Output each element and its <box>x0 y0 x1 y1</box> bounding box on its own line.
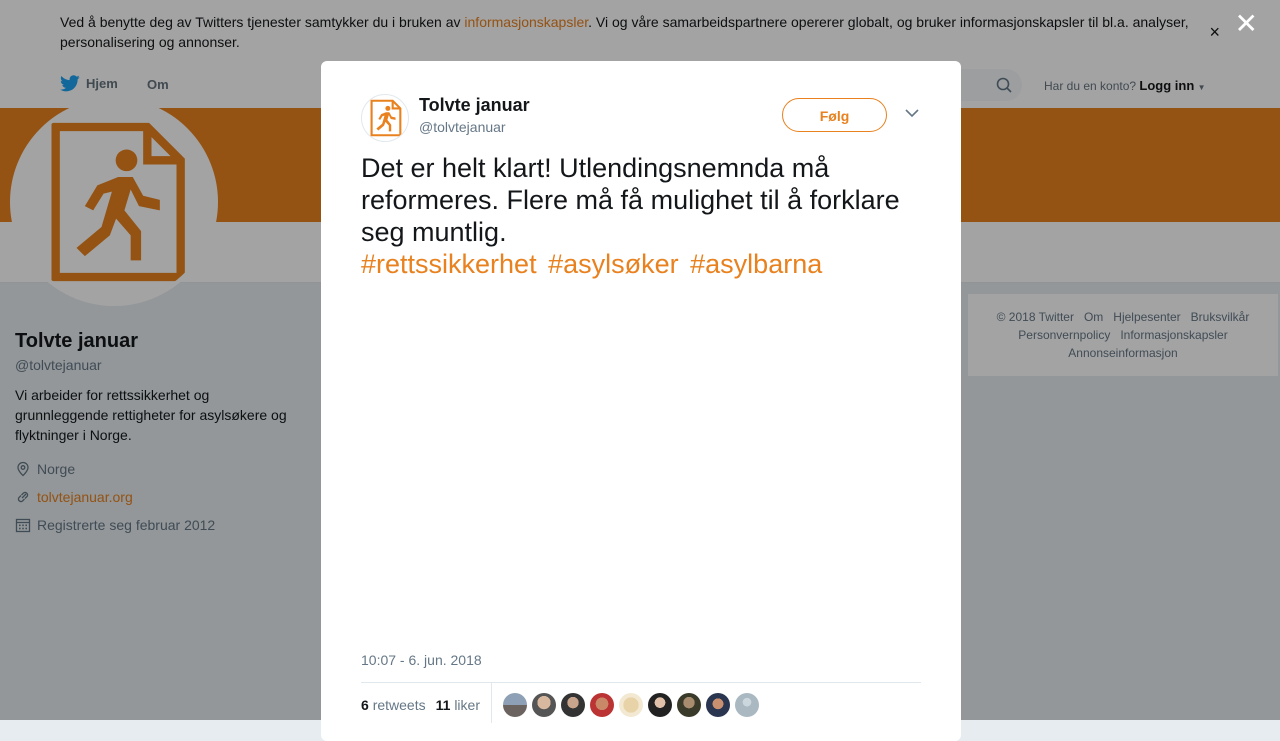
liker-avatar[interactable] <box>532 693 556 717</box>
tweet-author-avatar[interactable] <box>361 94 409 142</box>
like-count: 11 <box>435 697 451 713</box>
tweet-hashtags: #rettssikkerhet #asylsøker #asylbarna <box>361 248 931 280</box>
liker-avatar[interactable] <box>503 693 527 717</box>
divider <box>361 682 921 683</box>
tweet-author-handle[interactable]: @tolvtejanuar <box>419 119 506 135</box>
liker-avatar[interactable] <box>619 693 643 717</box>
hashtag-link[interactable]: #asylbarna <box>690 249 822 279</box>
tweet-stats: 6 retweets 11 liker <box>361 697 480 713</box>
tweet-modal: Tolvte januar @tolvtejanuar Følg Det er … <box>321 61 961 741</box>
liker-avatar[interactable] <box>590 693 614 717</box>
hashtag-link[interactable]: #asylsøker <box>548 249 679 279</box>
running-man-logo-icon <box>370 99 402 137</box>
liker-avatar[interactable] <box>677 693 701 717</box>
retweet-label: retweets <box>372 697 426 713</box>
default-avatar-icon[interactable] <box>735 693 759 717</box>
like-label: liker <box>454 697 480 713</box>
liker-avatars <box>503 693 759 717</box>
like-stat[interactable]: 11 liker <box>436 697 480 713</box>
liker-avatar[interactable] <box>561 693 585 717</box>
tweet-text: Det er helt klart! Utlendingsnemnda må r… <box>361 153 900 247</box>
tweet-author-name[interactable]: Tolvte januar <box>419 95 530 116</box>
liker-avatar[interactable] <box>648 693 672 717</box>
retweet-stat[interactable]: 6 retweets <box>361 697 426 713</box>
stats-divider <box>491 683 492 723</box>
retweet-count: 6 <box>361 697 369 713</box>
hashtag-link[interactable]: #rettssikkerhet <box>361 249 537 279</box>
chevron-down-icon[interactable] <box>905 108 919 118</box>
close-modal-icon[interactable]: ✕ <box>1235 10 1258 38</box>
tweet-timestamp[interactable]: 10:07 - 6. jun. 2018 <box>361 652 482 668</box>
liker-avatar[interactable] <box>706 693 730 717</box>
follow-button[interactable]: Følg <box>782 98 887 132</box>
